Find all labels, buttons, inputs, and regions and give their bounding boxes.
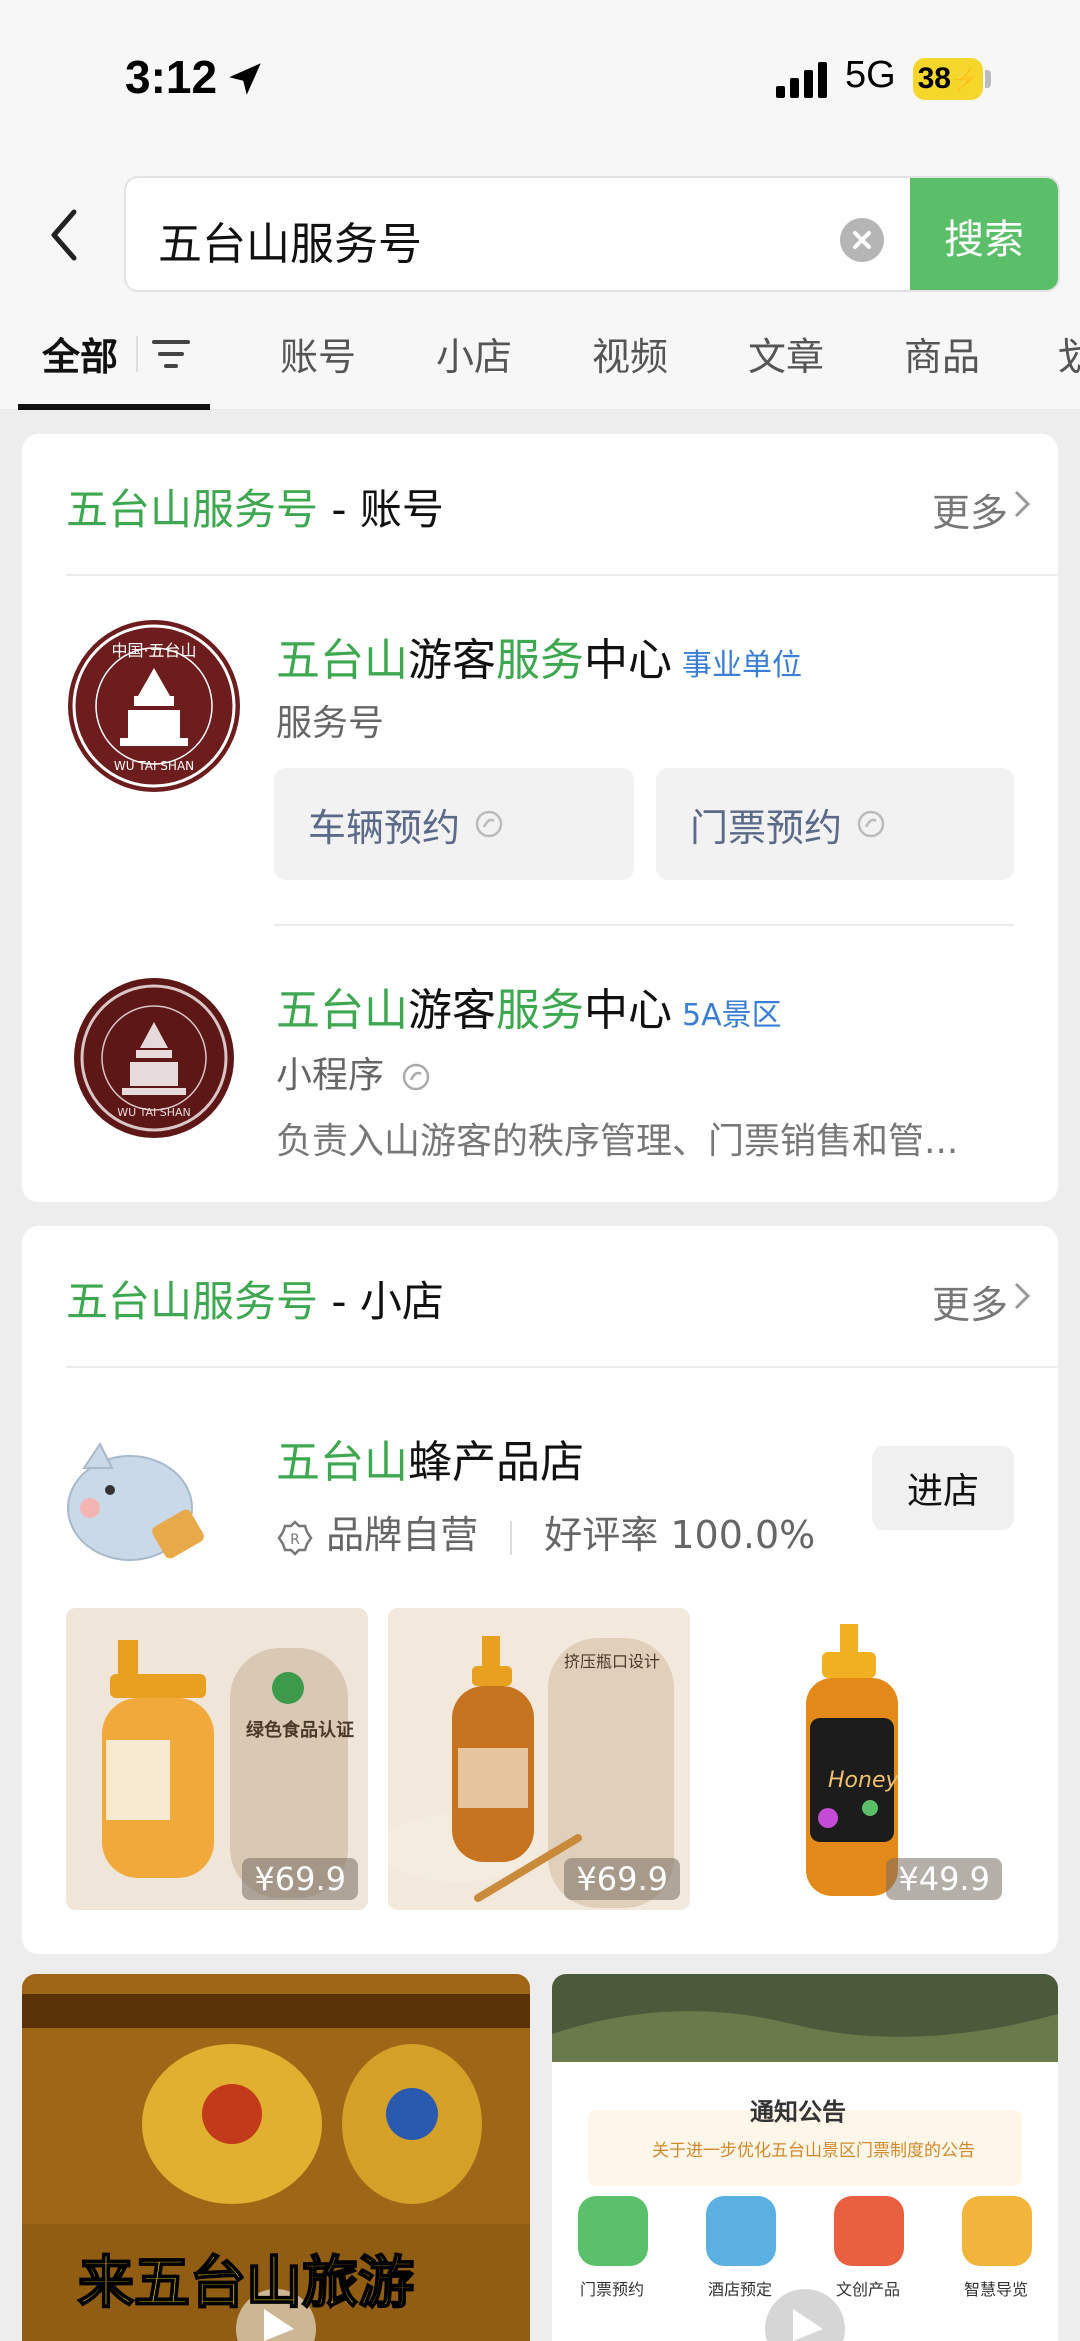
vehicle-booking-button[interactable]: 车辆预约 — [274, 768, 634, 880]
section-title-highlight: 五台山服务号 — [66, 1277, 319, 1326]
shop-rating: 好评率 100.0% — [544, 1513, 816, 1557]
svg-text:WU TAI SHAN: WU TAI SHAN — [114, 759, 194, 773]
shops-more-link[interactable]: 更多 — [932, 1274, 1008, 1329]
name-part: 游客 — [408, 635, 496, 686]
account-badge: 5A景区 — [682, 998, 782, 1033]
filter-icon[interactable] — [150, 334, 192, 374]
search-input[interactable]: 五台山服务号 搜索 — [124, 176, 1060, 292]
product-label: 挤压瓶口设计 — [564, 1652, 661, 1671]
tab-accounts[interactable]: 账号 — [280, 326, 356, 381]
shop-section-title: 五台山服务号 - 小店 — [66, 1268, 444, 1329]
mini-program-icon — [475, 810, 503, 838]
chevron-right-icon[interactable] — [1010, 1278, 1034, 1314]
battery-indicator: 38 ⚡ — [913, 58, 983, 100]
charging-bolt-icon: ⚡ — [950, 66, 979, 91]
chevron-right-icon[interactable] — [1010, 486, 1034, 522]
network-type: 5G — [845, 54, 896, 96]
notice-title: 通知公告 — [750, 2098, 846, 2126]
type-label: 小程序 — [276, 1055, 385, 1096]
shortcut-ticket: 门票预约 — [580, 2280, 645, 2299]
product-card[interactable]: Honey ¥49.9 — [710, 1608, 1012, 1910]
product-card[interactable]: 绿色食品认证 ¥69.9 — [66, 1608, 368, 1910]
account-type: 服务号 — [276, 703, 385, 744]
battery-tip — [985, 70, 991, 88]
shop-tag: 品牌自营 — [326, 1513, 479, 1557]
mini-program-name[interactable]: 五台山游客服务中心 5A景区 — [276, 974, 782, 1038]
ticket-booking-button[interactable]: 门票预约 — [656, 768, 1014, 880]
search-row: 五台山服务号 搜索 — [0, 160, 1080, 310]
shop-avatar[interactable] — [64, 1424, 212, 1572]
mini-program-icon — [857, 810, 885, 838]
tab-more-partial[interactable]: 划 — [1058, 326, 1080, 381]
video-caption: 来五台山旅游 — [77, 2250, 415, 2317]
name-part: 中心 — [584, 985, 672, 1036]
divider — [274, 924, 1014, 926]
accounts-more-link[interactable]: 更多 — [932, 482, 1008, 537]
name-highlight: 服务 — [496, 985, 584, 1036]
svg-text:中国·五台山: 中国·五台山 — [111, 641, 196, 660]
tab-separator — [136, 336, 138, 372]
accounts-card: 五台山服务号 - 账号 更多 中国·五台山 WU TAI SHAN 五台山游客服… — [22, 434, 1058, 1202]
name-highlight: 服务 — [496, 635, 584, 686]
name-part: 蜂产品店 — [408, 1437, 584, 1488]
mini-program-description: 负责入山游客的秩序管理、门票销售和管... — [276, 1121, 959, 1162]
name-part: 中心 — [584, 635, 672, 686]
cellular-signal-icon — [776, 62, 827, 98]
search-query[interactable]: 五台山服务号 — [158, 208, 422, 272]
tab-videos[interactable]: 视频 — [592, 326, 668, 381]
tab-shops[interactable]: 小店 — [436, 326, 512, 381]
active-tab-indicator — [18, 404, 210, 410]
category-tabs: 全部 账号 小店 视频 文章 商品 划 — [0, 310, 1080, 410]
accounts-section-title: 五台山服务号 - 账号 — [66, 476, 444, 537]
battery-level: 38 — [917, 62, 951, 95]
notice-text: 关于进一步优化五台山景区门票制度的公告 — [652, 2141, 975, 2161]
product-label: 绿色食品认证 — [246, 1720, 354, 1741]
name-highlight: 五台山 — [276, 985, 408, 1036]
svg-text:WU TAI SHAN: WU TAI SHAN — [117, 1106, 191, 1119]
enter-shop-button[interactable]: 进店 — [872, 1446, 1014, 1530]
section-title-suffix: - 账号 — [318, 485, 444, 534]
name-highlight: 五台山 — [276, 1437, 408, 1488]
mini-program-type: 小程序 — [276, 1046, 431, 1098]
svg-text:R: R — [290, 1532, 300, 1548]
section-title-suffix: - 小店 — [318, 1277, 444, 1326]
mini-program-avatar[interactable]: WU TAI SHAN — [74, 978, 234, 1138]
divider — [66, 574, 1058, 576]
shop-meta: R 品牌自营 好评率 100.0% — [276, 1504, 815, 1559]
location-arrow-icon — [229, 63, 261, 95]
product-price: ¥69.9 — [564, 1858, 680, 1900]
tab-all[interactable]: 全部 — [42, 326, 118, 381]
status-time: 3:12 — [125, 51, 218, 103]
action-label: 门票预约 — [690, 805, 843, 850]
section-title-highlight: 五台山服务号 — [66, 485, 319, 534]
product-price: ¥69.9 — [242, 1858, 358, 1900]
tab-articles[interactable]: 文章 — [748, 326, 824, 381]
shortcut-hotel: 酒店预定 — [708, 2280, 773, 2299]
account-avatar[interactable]: 中国·五台山 WU TAI SHAN — [68, 620, 240, 792]
video-card[interactable]: 来五台山旅游 — [22, 1974, 530, 2341]
product-card[interactable]: 挤压瓶口设计 ¥69.9 — [388, 1608, 690, 1910]
divider — [66, 1366, 1058, 1368]
account-name[interactable]: 五台山游客服务中心 事业单位 — [276, 624, 802, 688]
shortcut-guide: 智慧导览 — [964, 2280, 1029, 2299]
status-bar: 3:12 5G 38 ⚡ — [0, 0, 1080, 160]
product-price: ¥49.9 — [886, 1858, 1002, 1900]
shop-name[interactable]: 五台山蜂产品店 — [276, 1426, 584, 1490]
name-part: 游客 — [408, 985, 496, 1036]
account-badge: 事业单位 — [682, 648, 802, 683]
mini-program-icon — [403, 1063, 430, 1091]
shop-card: 五台山服务号 - 小店 更多 五台山蜂产品店 R 品牌自营 好评率 100.0%… — [22, 1226, 1058, 1954]
video-card[interactable]: 通知公告 关于进一步优化五台山景区门票制度的公告 门票预约 酒店预定 文创产品 … — [552, 1974, 1058, 2341]
brand-badge-icon: R — [277, 1519, 313, 1556]
action-label: 车辆预约 — [308, 805, 461, 850]
product-label: Honey — [828, 1768, 899, 1793]
shortcut-culture: 文创产品 — [836, 2280, 901, 2299]
name-highlight: 五台山 — [276, 635, 408, 686]
back-arrow-icon[interactable] — [40, 200, 90, 270]
search-button[interactable]: 搜索 — [910, 178, 1058, 290]
meta-separator — [510, 1520, 513, 1555]
clear-search-icon[interactable] — [840, 218, 884, 262]
tab-products[interactable]: 商品 — [904, 326, 980, 381]
